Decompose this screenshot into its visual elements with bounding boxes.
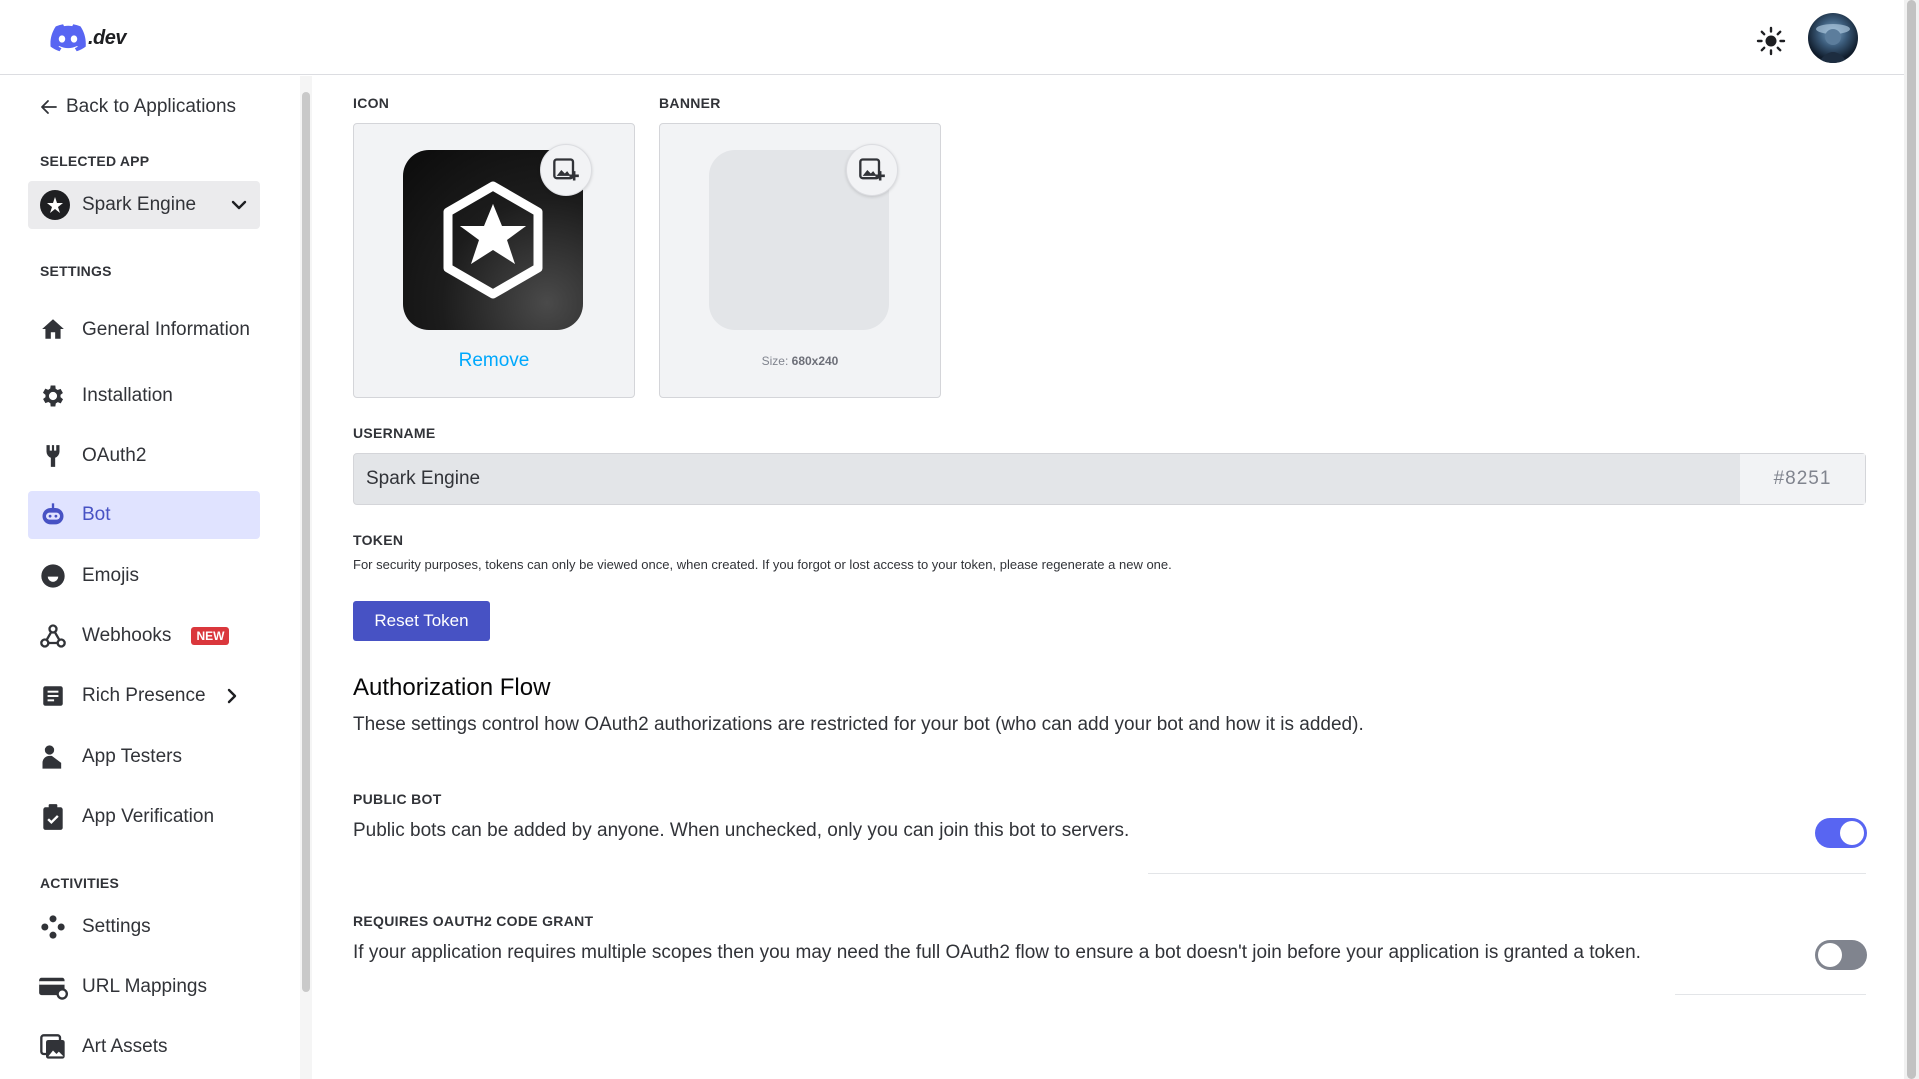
icon-heading: ICON <box>353 95 390 111</box>
person-icon <box>38 742 68 772</box>
add-image-icon <box>859 158 885 181</box>
add-image-icon <box>553 158 579 181</box>
arrow-left-icon <box>41 100 57 114</box>
chevron-right-icon <box>227 688 236 704</box>
discriminator: #8251 <box>1739 454 1865 504</box>
image-icon <box>38 1032 68 1062</box>
banner-upload-button[interactable] <box>846 144 898 196</box>
sidebar-item-rich-presence[interactable]: Rich Presence <box>28 676 260 716</box>
banner-size-hint: Size: 680x240 <box>761 354 839 368</box>
card-icon <box>38 972 68 1002</box>
chevron-down-icon <box>231 200 247 210</box>
sidebar-item-label: General Information <box>82 318 250 340</box>
hexagon-star-icon <box>443 181 543 299</box>
code-grant-heading: REQUIRES OAUTH2 CODE GRANT <box>353 913 594 929</box>
selected-app-name: Spark Engine <box>82 194 197 215</box>
sidebar-item-webhooks[interactable]: Webhooks NEW <box>28 616 260 656</box>
username-heading: USERNAME <box>353 425 436 441</box>
sidebar-item-label: Bot <box>82 504 111 525</box>
sidebar-item-activity-settings[interactable]: Settings <box>28 907 260 947</box>
sidebar-item-label: OAuth2 <box>82 445 147 466</box>
username-field[interactable]: Spark Engine #8251 <box>353 453 1866 505</box>
icon-upload-button[interactable] <box>540 144 592 196</box>
webhook-icon <box>38 621 68 651</box>
discord-icon <box>50 24 86 52</box>
sidebar-item-label: URL Mappings <box>82 976 207 997</box>
app-avatar <box>40 190 70 220</box>
sidebar-item-label: Art Assets <box>82 1036 168 1057</box>
new-badge: NEW <box>191 627 230 645</box>
public-bot-toggle[interactable] <box>1815 818 1867 848</box>
discord-dev-logo[interactable]: .dev <box>50 24 127 52</box>
authorization-flow-description: These settings control how OAuth2 author… <box>353 714 1364 735</box>
sidebar-item-emojis[interactable]: Emojis <box>28 556 260 596</box>
selected-app-heading: SELECTED APP <box>40 153 150 169</box>
public-bot-heading: PUBLIC BOT <box>353 791 442 807</box>
app-selector-dropdown[interactable]: Spark Engine <box>28 181 260 229</box>
smile-icon <box>38 561 68 591</box>
back-to-applications-link[interactable]: Back to Applications <box>40 96 236 118</box>
sidebar-item-label: App Testers <box>82 746 182 767</box>
token-description: For security purposes, tokens can only b… <box>353 557 1172 572</box>
code-grant-description: If your application requires multiple sc… <box>353 942 1641 963</box>
activities-heading: ACTIVITIES <box>40 875 120 891</box>
sidebar-item-label: Installation <box>82 385 173 406</box>
main-content: ICON BANNER Remove Size: 680x240 USERNAM… <box>313 76 1904 1079</box>
sidebar-item-art-assets[interactable]: Art Assets <box>28 1027 260 1067</box>
banner-heading: BANNER <box>659 95 721 111</box>
token-heading: TOKEN <box>353 532 404 548</box>
banner-upload-box[interactable]: Size: 680x240 <box>659 123 941 398</box>
sidebar-scrollbar[interactable] <box>300 76 312 1079</box>
user-avatar[interactable] <box>1808 13 1858 63</box>
sidebar-item-oauth2[interactable]: OAuth2 <box>28 436 260 476</box>
wrench-icon <box>38 441 68 471</box>
top-bar: .dev <box>0 0 1904 75</box>
code-grant-toggle[interactable] <box>1815 940 1867 970</box>
sidebar-item-general-information[interactable]: General Information <box>28 302 260 356</box>
sidebar-item-app-verification[interactable]: App Verification <box>28 797 260 837</box>
sidebar-item-bot[interactable]: Bot <box>28 491 260 539</box>
sidebar-item-label: Emojis <box>82 565 140 586</box>
sidebar-item-label: Rich Presence <box>82 685 206 706</box>
back-link-label: Back to Applications <box>66 96 237 117</box>
sidebar-item-app-testers[interactable]: App Testers <box>28 737 260 777</box>
settings-heading: SETTINGS <box>40 263 112 279</box>
authorization-flow-title: Authorization Flow <box>353 674 551 701</box>
theme-toggle-sun-icon[interactable] <box>1756 26 1786 56</box>
icon-upload-box[interactable]: Remove <box>353 123 635 398</box>
home-icon <box>38 314 68 344</box>
username-value: Spark Engine <box>366 468 481 489</box>
clipboard-check-icon <box>38 802 68 832</box>
reset-token-button[interactable]: Reset Token <box>353 601 490 641</box>
sidebar-item-installation[interactable]: Installation <box>28 376 260 416</box>
avatar-image <box>1816 24 1850 63</box>
app-star-icon <box>47 197 63 213</box>
sidebar-item-label: Settings <box>82 916 151 937</box>
divider <box>1675 994 1866 995</box>
public-bot-description: Public bots can be added by anyone. When… <box>353 820 1130 841</box>
gamepad-icon <box>38 912 68 942</box>
sidebar-item-label: Webhooks <box>82 625 172 646</box>
sidebar-item-url-mappings[interactable]: URL Mappings <box>28 967 260 1007</box>
divider <box>1148 873 1866 874</box>
document-icon <box>38 681 68 711</box>
bot-icon <box>38 500 68 530</box>
logo-text: .dev <box>88 26 127 49</box>
page-scrollbar[interactable] <box>1904 0 1919 1079</box>
gear-icon <box>38 381 68 411</box>
sidebar-item-label: App Verification <box>82 806 215 827</box>
remove-icon-link[interactable]: Remove <box>354 350 634 372</box>
